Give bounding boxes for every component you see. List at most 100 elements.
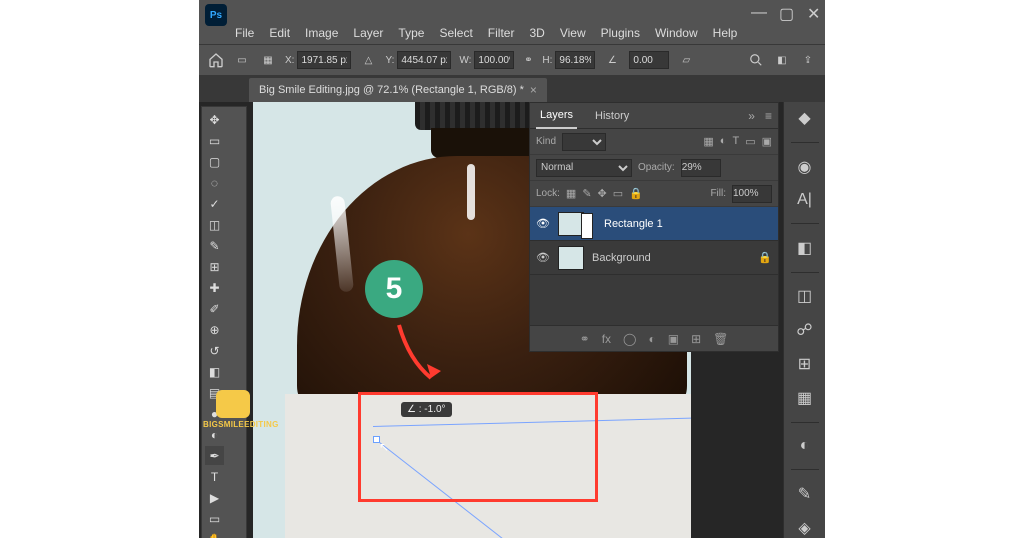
hand-tool[interactable]: ✋: [205, 530, 224, 538]
filter-shape-icon[interactable]: ▭: [745, 135, 755, 148]
menu-select[interactable]: Select: [439, 26, 472, 40]
filter-pixel-icon[interactable]: ▦: [703, 135, 713, 148]
dock-paths-icon[interactable]: ☍: [793, 320, 817, 340]
y-field[interactable]: [397, 51, 451, 69]
shape-tool[interactable]: ▭: [205, 509, 224, 528]
layer-thumbnail[interactable]: [558, 212, 584, 236]
lock-label: Lock:: [536, 188, 560, 199]
lasso-tool[interactable]: ◌: [205, 173, 224, 192]
quick-select-tool[interactable]: ✓: [205, 194, 224, 213]
link-layers-icon[interactable]: ⚭: [580, 332, 590, 346]
tab-history[interactable]: History: [591, 103, 633, 129]
layer-background[interactable]: 👁 Background 🔒: [530, 241, 778, 275]
fill-field[interactable]: [732, 185, 772, 203]
eyedropper-tool[interactable]: ✎: [205, 236, 224, 255]
visibility-toggle[interactable]: 👁: [536, 217, 550, 230]
dock-styles-icon[interactable]: ◈: [793, 518, 817, 538]
dock-layers-icon[interactable]: ◆: [793, 108, 817, 128]
h-label: H:: [542, 55, 552, 66]
menu-view[interactable]: View: [560, 26, 586, 40]
document-tab[interactable]: Big Smile Editing.jpg @ 72.1% (Rectangle…: [249, 78, 547, 102]
filter-smart-icon[interactable]: ▣: [762, 135, 772, 148]
dock-adjustments-icon[interactable]: ◐: [793, 437, 817, 455]
filter-adjust-icon[interactable]: ◐: [720, 135, 727, 148]
x-field[interactable]: [297, 51, 351, 69]
menu-plugins[interactable]: Plugins: [601, 26, 640, 40]
toolbox: ✥ ▭ ▢ ◌ ✓ ◫ ✎ ⊞ ✚ ✐ ⊕ ↺ ◧ ▤ ● ◐ ✒ T ▶ ▭ …: [201, 106, 247, 538]
filter-type-icon[interactable]: T: [732, 135, 739, 148]
move-tool[interactable]: ✥: [205, 110, 224, 129]
brush-tool[interactable]: ✐: [205, 299, 224, 318]
healing-tool[interactable]: ✚: [205, 278, 224, 297]
menu-window[interactable]: Window: [655, 26, 698, 40]
dock-color-icon[interactable]: ◉: [793, 157, 817, 177]
type-tool[interactable]: T: [205, 467, 224, 486]
share-icon[interactable]: ⇪: [799, 51, 817, 69]
delta-icon[interactable]: △: [359, 51, 377, 69]
clone-tool[interactable]: ⊕: [205, 320, 224, 339]
menu-3d[interactable]: 3D: [529, 26, 544, 40]
blend-mode-select[interactable]: Normal: [536, 159, 632, 177]
skew-icon[interactable]: ▱: [677, 51, 695, 69]
opacity-field[interactable]: [681, 159, 721, 177]
lock-artboard-icon[interactable]: ▭: [613, 187, 623, 200]
lock-all-icon[interactable]: 🔒: [629, 187, 643, 200]
layer-style-icon[interactable]: fx: [602, 332, 611, 346]
dock-properties-icon[interactable]: ◧: [793, 238, 817, 258]
close-tab-icon[interactable]: ×: [530, 83, 537, 97]
lock-icon[interactable]: 🔒: [758, 251, 772, 264]
filter-kind-select[interactable]: [562, 133, 606, 151]
reference-point-icon[interactable]: ▦: [259, 51, 277, 69]
new-layer-icon[interactable]: ⊞: [691, 332, 701, 346]
menu-image[interactable]: Image: [305, 26, 338, 40]
frame-tool[interactable]: ⊞: [205, 257, 224, 276]
fill-label: Fill:: [710, 188, 726, 199]
search-icon[interactable]: [747, 51, 765, 69]
panel-menu-icon[interactable]: ≡: [765, 109, 772, 123]
options-bar: ▭ ▦ X: △ Y: W: ⚭ H: ∠ ▱ ◧ ⇪: [199, 44, 825, 76]
layer-name[interactable]: Rectangle 1: [604, 218, 663, 230]
menu-layer[interactable]: Layer: [353, 26, 383, 40]
delete-layer-icon[interactable]: 🗑: [713, 332, 728, 346]
panel-collapse-icon[interactable]: »: [748, 109, 755, 123]
layer-mask-icon[interactable]: ◯: [623, 332, 636, 346]
pen-tool[interactable]: ✒: [205, 446, 224, 465]
visibility-toggle[interactable]: 👁: [536, 251, 550, 264]
path-select-tool[interactable]: ▶: [205, 488, 224, 507]
w-field[interactable]: [474, 51, 514, 69]
window-close[interactable]: ✕: [807, 4, 821, 18]
crop-tool[interactable]: ◫: [205, 215, 224, 234]
window-minimize[interactable]: —: [751, 4, 765, 18]
dock-libraries-icon[interactable]: ◫: [793, 286, 817, 306]
y-label: Y:: [385, 55, 394, 66]
workspace-icon[interactable]: ◧: [773, 51, 791, 69]
link-icon[interactable]: ⚭: [522, 51, 534, 69]
lock-position-icon[interactable]: ✥: [598, 187, 607, 200]
history-brush-tool[interactable]: ↺: [205, 341, 224, 360]
group-icon[interactable]: ▣: [668, 332, 679, 346]
dock-grid-icon[interactable]: ▦: [793, 388, 817, 408]
menu-filter[interactable]: Filter: [488, 26, 515, 40]
menu-edit[interactable]: Edit: [269, 26, 290, 40]
dock-swatches-icon[interactable]: ⊞: [793, 354, 817, 374]
dock-brushes-icon[interactable]: ✎: [793, 484, 817, 504]
lock-transparency-icon[interactable]: ▦: [566, 187, 576, 200]
lock-pixels-icon[interactable]: ✎: [582, 187, 591, 200]
angle-field[interactable]: [629, 51, 669, 69]
menu-type[interactable]: Type: [398, 26, 424, 40]
transform-icon[interactable]: ▭: [233, 51, 251, 69]
menu-file[interactable]: File: [235, 26, 254, 40]
artboard-tool[interactable]: ▭: [205, 131, 224, 150]
home-icon[interactable]: [207, 51, 225, 69]
marquee-tool[interactable]: ▢: [205, 152, 224, 171]
adjustment-layer-icon[interactable]: ◐: [648, 332, 655, 346]
layer-thumbnail[interactable]: [558, 246, 584, 270]
menu-help[interactable]: Help: [713, 26, 738, 40]
window-maximize[interactable]: ▢: [779, 4, 793, 18]
layer-rectangle-1[interactable]: 👁 Rectangle 1: [530, 207, 778, 241]
eraser-tool[interactable]: ◧: [205, 362, 224, 381]
layer-name[interactable]: Background: [592, 252, 651, 264]
tab-layers[interactable]: Layers: [536, 103, 577, 129]
dock-char-icon[interactable]: A|: [793, 191, 817, 209]
h-field[interactable]: [555, 51, 595, 69]
